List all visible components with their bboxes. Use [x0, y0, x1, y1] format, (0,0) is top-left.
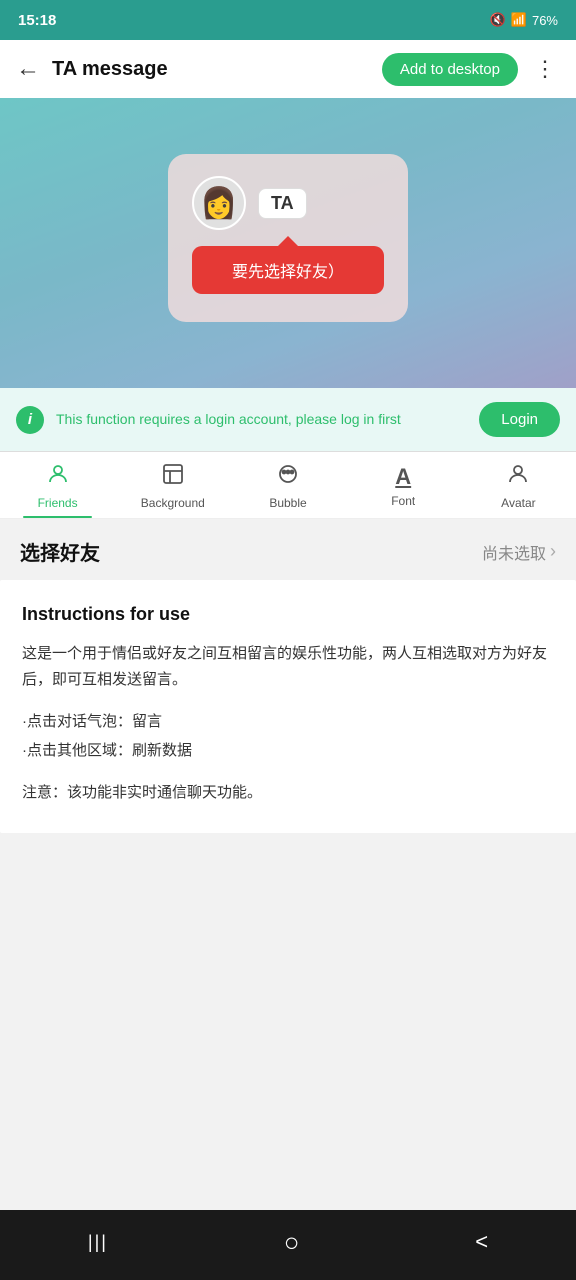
- tab-bar: Friends Background Bubble A Font: [0, 452, 576, 519]
- chevron-right-icon: ›: [550, 541, 556, 562]
- hero-section: 👩 TA 要先选择好友）: [0, 98, 576, 388]
- instructions-tips: ·点击对话气泡：留言 ·点击其他区域：刷新数据: [22, 708, 554, 765]
- tab-background[interactable]: Background: [115, 452, 230, 518]
- tab-friends-label: Friends: [38, 496, 78, 510]
- tab-font-label: Font: [391, 494, 415, 508]
- tab-bubble-label: Bubble: [269, 496, 306, 510]
- tab-avatar-label: Avatar: [501, 496, 535, 510]
- login-message: This function requires a login account, …: [56, 410, 467, 430]
- tab-avatar[interactable]: Avatar: [461, 452, 576, 518]
- info-icon: i: [16, 406, 44, 434]
- tab-bubble[interactable]: Bubble: [230, 452, 345, 518]
- instructions-card: Instructions for use 这是一个用于情侣或好友之间互相留言的娱…: [0, 580, 576, 833]
- bottom-nav: ||| ○ <: [0, 1210, 576, 1280]
- bubble-icon: [276, 462, 300, 492]
- select-friend-value[interactable]: 尚未选取 ›: [482, 540, 556, 564]
- battery-text: 76%: [532, 13, 558, 28]
- nav-home-button[interactable]: ○: [264, 1221, 320, 1264]
- login-button[interactable]: Login: [479, 402, 560, 437]
- tab-background-label: Background: [141, 496, 205, 510]
- ta-badge: TA: [258, 188, 307, 219]
- wifi-icon: 📶: [511, 12, 527, 28]
- status-time: 15:18: [18, 12, 56, 29]
- nav-back-button[interactable]: |||: [68, 1226, 128, 1259]
- background-icon: [161, 462, 185, 492]
- main-content: 选择好友 尚未选取 › Instructions for use 这是一个用于情…: [0, 519, 576, 1210]
- tab-friends[interactable]: Friends: [0, 452, 115, 518]
- message-bubble: 要先选择好友）: [192, 246, 384, 294]
- more-options-icon[interactable]: ⋮: [530, 56, 560, 82]
- header: ← TA message Add to desktop ⋮: [0, 40, 576, 98]
- message-card: 👩 TA 要先选择好友）: [168, 154, 408, 322]
- avatar-tab-icon: [506, 462, 530, 492]
- select-friend-placeholder: 尚未选取: [482, 540, 546, 564]
- add-to-desktop-button[interactable]: Add to desktop: [382, 53, 518, 86]
- select-friend-row[interactable]: 选择好友 尚未选取 ›: [0, 519, 576, 580]
- avatar-emoji: 👩: [200, 186, 237, 221]
- friends-icon: [46, 462, 70, 492]
- instructions-note: 注意：该功能非实时通信聊天功能。: [22, 781, 554, 805]
- card-header: 👩 TA: [192, 176, 307, 230]
- login-banner: i This function requires a login account…: [0, 388, 576, 452]
- font-icon: A: [395, 464, 411, 490]
- avatar: 👩: [192, 176, 246, 230]
- mute-icon: 🔇: [490, 12, 506, 28]
- status-icons: 🔇 📶 76%: [490, 12, 558, 28]
- page-title: TA message: [52, 58, 370, 81]
- instructions-title: Instructions for use: [22, 604, 554, 625]
- back-button[interactable]: ←: [16, 55, 40, 83]
- nav-prev-button[interactable]: <: [455, 1223, 508, 1261]
- instructions-body: 这是一个用于情侣或好友之间互相留言的娱乐性功能，两人互相选取对方为好友后，即可互…: [22, 641, 554, 692]
- select-friend-label: 选择好友: [20, 537, 100, 566]
- status-bar: 15:18 🔇 📶 76%: [0, 0, 576, 40]
- tab-font[interactable]: A Font: [346, 454, 461, 516]
